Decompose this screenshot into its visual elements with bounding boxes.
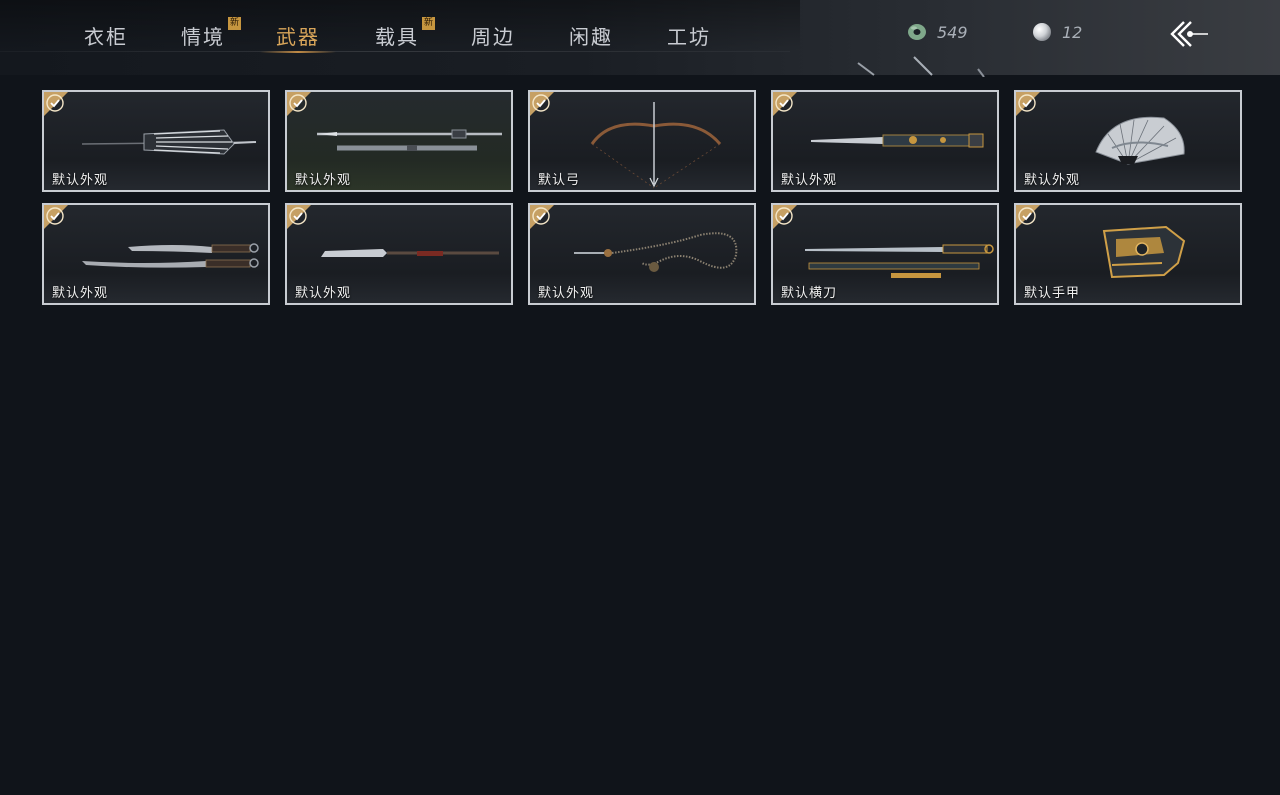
item-label: 默认手甲: [1024, 286, 1081, 301]
item-label: 默认横刀: [781, 286, 838, 301]
tab-vehicles[interactable]: 载具 新: [375, 17, 435, 51]
equipped-check-icon: [773, 92, 797, 116]
weapon-card-glaive[interactable]: 默认外观: [285, 203, 513, 305]
tab-scene[interactable]: 情境 新: [181, 17, 241, 51]
tab-label: 工坊: [667, 25, 711, 49]
active-tab-underline: [260, 51, 336, 53]
tab-label: 闲趣: [569, 25, 613, 49]
weapon-card-bow[interactable]: 默认弓: [528, 90, 756, 192]
item-label: 默认弓: [538, 173, 581, 188]
item-label: 默认外观: [1024, 173, 1081, 188]
jade-amount: 549: [937, 22, 968, 42]
weapon-card-dual-sabres[interactable]: 默认外观: [42, 203, 270, 305]
equipped-check-icon: [530, 205, 554, 229]
weapon-card-hengdao[interactable]: 默认横刀: [771, 203, 999, 305]
tab-label: 武器: [276, 25, 320, 49]
pearl-amount: 12: [1062, 22, 1083, 42]
equipped-check-icon: [287, 205, 311, 229]
tab-label: 周边: [471, 25, 515, 49]
back-arrow-icon[interactable]: [1166, 18, 1210, 50]
jade-coin-icon: [908, 24, 926, 40]
equipped-check-icon: [530, 92, 554, 116]
tab-workshop[interactable]: 工坊: [667, 21, 711, 51]
equipped-check-icon: [1016, 205, 1040, 229]
tab-label: 情境: [181, 25, 225, 49]
weapon-card-umbrella[interactable]: 默认外观: [42, 90, 270, 192]
weapon-card-rope-dart[interactable]: 默认外观: [528, 203, 756, 305]
equipped-check-icon: [1016, 92, 1040, 116]
equipped-check-icon: [773, 205, 797, 229]
new-badge: 新: [422, 17, 435, 30]
pearl-icon: [1033, 23, 1051, 41]
equipped-check-icon: [44, 92, 68, 116]
item-label: 默认外观: [781, 173, 838, 188]
currency-pearl: 12: [1032, 22, 1082, 42]
new-badge: 新: [228, 17, 241, 30]
equipped-check-icon: [44, 205, 68, 229]
weapon-card-gauntlet[interactable]: 默认手甲: [1014, 203, 1242, 305]
item-label: 默认外观: [538, 286, 595, 301]
tab-wardrobe[interactable]: 衣柜: [84, 21, 128, 51]
tab-accessories[interactable]: 周边: [471, 21, 515, 51]
item-label: 默认外观: [52, 286, 109, 301]
item-label: 默认外观: [295, 286, 352, 301]
decorative-blades: [857, 56, 985, 77]
item-label: 默认外观: [52, 173, 109, 188]
tab-label: 载具: [375, 25, 419, 49]
weapon-card-ornate-blade[interactable]: 默认外观: [771, 90, 999, 192]
item-label: 默认外观: [295, 173, 352, 188]
equipped-check-icon: [287, 92, 311, 116]
tab-weapons[interactable]: 武器: [260, 21, 336, 53]
top-bar-divider: [0, 51, 790, 52]
weapon-card-folding-fan[interactable]: 默认外观: [1014, 90, 1242, 192]
currency-jade: 549: [907, 22, 968, 42]
weapon-card-twin-spear[interactable]: 默认外观: [285, 90, 513, 192]
tab-label: 衣柜: [84, 25, 128, 49]
tab-leisure[interactable]: 闲趣: [569, 21, 613, 51]
